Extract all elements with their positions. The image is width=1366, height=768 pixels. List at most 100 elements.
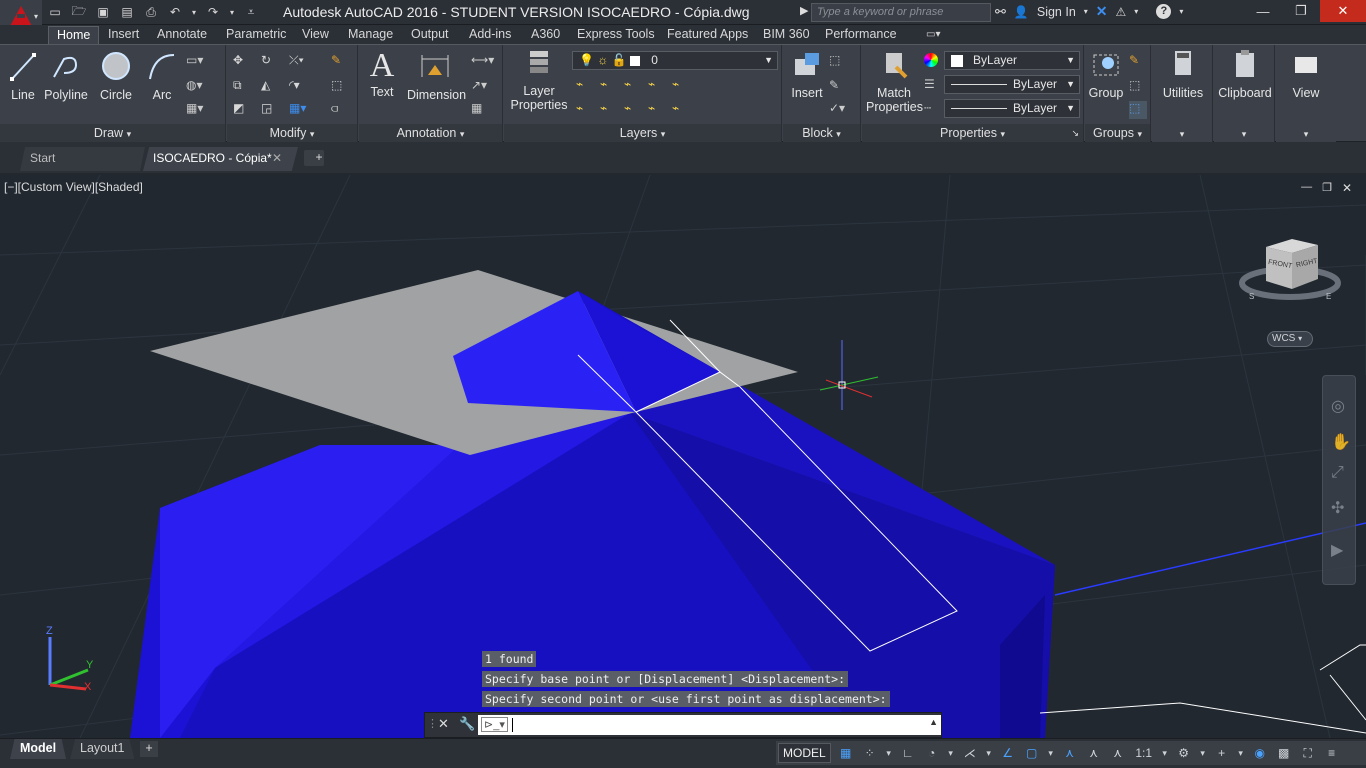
annotation-monitor-icon[interactable]: +	[1213, 744, 1231, 762]
rotate-icon[interactable]: ↻	[261, 53, 279, 71]
group-edit-icon[interactable]: ⬚	[1129, 78, 1147, 96]
tab-add-ins[interactable]: Add-ins	[461, 26, 519, 44]
tab-parametric[interactable]: Parametric	[218, 26, 294, 44]
wcs-menu[interactable]: WCS ▾	[1267, 331, 1313, 347]
stretch-icon[interactable]: ◩	[233, 101, 251, 119]
minimize-button[interactable]: —	[1244, 0, 1282, 22]
pan-icon[interactable]: ✋	[1331, 432, 1351, 452]
lineweight-dropdown[interactable]: ByLayer ▼	[944, 75, 1080, 94]
restore-button[interactable]: ❐	[1282, 0, 1320, 22]
copy-icon[interactable]: ⧉	[233, 78, 251, 96]
array-icon[interactable]: ▦▾	[289, 101, 307, 119]
layers-panel-title[interactable]: Layers ▾	[504, 124, 781, 142]
a360-icon[interactable]: ⚠	[1116, 5, 1127, 19]
chevron-down-icon[interactable]: ▾	[1084, 7, 1088, 16]
group-button[interactable]: Group	[1087, 49, 1125, 100]
file-tab-current[interactable]: ISOCAEDRO - Cópia* ✕	[143, 147, 298, 171]
annotation-visibility-icon[interactable]: ⋏	[1061, 744, 1079, 762]
object-snap-tracking-icon[interactable]: ∠	[999, 744, 1017, 762]
linetype-dropdown[interactable]: ByLayer ▼	[944, 99, 1080, 118]
ungroup-icon[interactable]: ✎	[1129, 53, 1147, 71]
chevron-down-icon[interactable]: ▾	[947, 744, 955, 762]
linear-dimension-icon[interactable]: ⟷▾	[471, 53, 494, 71]
annotation-scale-icon[interactable]: ⋏	[1109, 744, 1127, 762]
tab-view[interactable]: View	[294, 26, 337, 44]
tab-a360[interactable]: A360	[523, 26, 568, 44]
chevron-down-icon[interactable]: ▾	[985, 744, 993, 762]
steering-wheel-icon[interactable]: ◎	[1331, 396, 1345, 416]
text-button[interactable]: A Text	[367, 49, 397, 100]
layer-unlock-icon[interactable]: ⌁	[672, 101, 690, 119]
redo-dropdown-icon[interactable]: ▾	[228, 3, 236, 21]
layer-previous-icon[interactable]: ⌁	[600, 77, 618, 95]
utilities-expand-icon[interactable]: ▾	[1152, 124, 1212, 142]
boundary-icon[interactable]: ▦▾	[186, 101, 204, 119]
binoculars-icon[interactable]: ⚯	[995, 4, 1006, 20]
clean-screen-icon[interactable]: ⛶	[1299, 744, 1317, 762]
search-expand-icon[interactable]: ▶	[800, 4, 808, 17]
leader-icon[interactable]: ↗▾	[471, 78, 489, 96]
isodraft-icon[interactable]: ⋌	[961, 744, 979, 762]
redo-icon[interactable]: ↷	[204, 3, 222, 21]
polyline-button[interactable]: Polyline	[44, 49, 88, 102]
add-layout-button[interactable]: +	[140, 741, 158, 757]
plot-icon[interactable]: ⎙	[142, 3, 160, 21]
rectangle-icon[interactable]: ▭▾	[186, 53, 204, 71]
undo-dropdown-icon[interactable]: ▾	[190, 3, 198, 21]
tab-insert[interactable]: Insert	[100, 26, 147, 44]
chevron-down-icon[interactable]: ▾	[1047, 744, 1055, 762]
tab-featured-apps[interactable]: Featured Apps	[659, 26, 756, 44]
annotation-panel-title[interactable]: Annotation ▾	[359, 124, 502, 142]
clipboard-button[interactable]: Clipboard	[1216, 49, 1274, 100]
layer-isolate-icon[interactable]: ⌁	[624, 77, 642, 95]
close-command-icon[interactable]: ✕	[438, 716, 449, 732]
viewport-minimize-icon[interactable]: —	[1301, 181, 1312, 195]
layer-lock-icon[interactable]: ⌁	[600, 101, 618, 119]
tab-performance[interactable]: Performance	[817, 26, 905, 44]
user-icon[interactable]: 👤	[1014, 5, 1029, 19]
chevron-down-icon[interactable]: ▾	[1161, 744, 1169, 762]
line-button[interactable]: Line	[8, 49, 38, 102]
layer-thaw-icon[interactable]: ⌁	[624, 101, 642, 119]
viewport-restore-icon[interactable]: ❐	[1322, 181, 1332, 195]
circle-button[interactable]: Circle	[98, 49, 134, 102]
view-button[interactable]: View	[1282, 49, 1330, 100]
chevron-down-icon[interactable]: ▾	[1179, 7, 1183, 16]
command-prompt-icon[interactable]: ⊳_▾	[481, 717, 508, 732]
close-button[interactable]: ✕	[1320, 0, 1366, 22]
auto-scale-icon[interactable]: ⋏	[1085, 744, 1103, 762]
move-icon[interactable]: ✥	[233, 53, 251, 71]
tab-manage[interactable]: Manage	[340, 26, 401, 44]
edit-block-icon[interactable]: ✎	[829, 78, 847, 96]
groups-panel-title[interactable]: Groups ▾	[1085, 124, 1150, 142]
mirror-icon[interactable]: ◭	[261, 78, 279, 96]
utilities-button[interactable]: Utilities	[1156, 49, 1210, 100]
drawing-viewport[interactable]: [−][Custom View][Shaded] — ❐ ✕ FRONT RIG…	[0, 175, 1366, 738]
save-icon[interactable]: ▣	[94, 3, 112, 21]
erase-icon[interactable]: ✎	[331, 53, 349, 71]
layer-on-icon[interactable]: ⌁	[648, 101, 666, 119]
insert-button[interactable]: Insert	[787, 49, 827, 100]
close-tab-icon[interactable]: ✕	[272, 147, 282, 169]
new-tab-button[interactable]: +	[304, 150, 324, 166]
create-block-icon[interactable]: ⬚	[829, 53, 847, 71]
scale-value[interactable]: 1:1	[1133, 744, 1155, 762]
layer-match-icon[interactable]: ⌁	[576, 77, 594, 95]
layer-freeze-icon[interactable]: ⌁	[672, 77, 690, 95]
tab-annotate[interactable]: Annotate	[149, 26, 215, 44]
workspace-gear-icon[interactable]: ⚙	[1175, 744, 1193, 762]
customize-command-icon[interactable]: 🔧	[459, 716, 475, 732]
group-selection-icon[interactable]: ⬚	[1129, 101, 1147, 119]
ortho-icon[interactable]: ∟	[899, 744, 917, 762]
tab-bim-360[interactable]: BIM 360	[755, 26, 818, 44]
trim-icon[interactable]: ⤫▾	[289, 53, 307, 71]
command-input[interactable]: ⊳_▾ ▲	[478, 715, 941, 735]
modify-panel-title[interactable]: Modify ▾	[227, 124, 357, 142]
hatch-icon[interactable]: ◍▾	[186, 78, 204, 96]
table-icon[interactable]: ▦	[471, 101, 489, 119]
orbit-icon[interactable]: ✣	[1331, 498, 1344, 518]
command-history-toggle-icon[interactable]: ▲	[929, 717, 938, 727]
polar-tracking-icon[interactable]: ◔	[923, 744, 941, 762]
view-expand-icon[interactable]: ▾	[1276, 124, 1336, 142]
sign-in-link[interactable]: Sign In	[1037, 5, 1076, 19]
